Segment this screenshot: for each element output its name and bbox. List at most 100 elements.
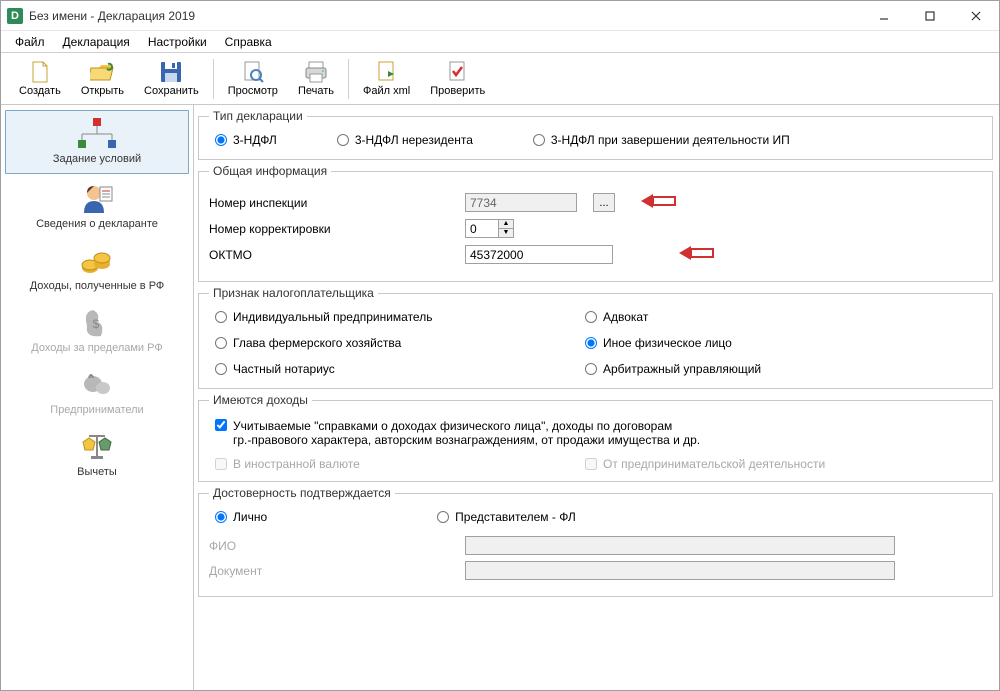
toolbar: Создать Открыть Сохранить Просмотр Печа (1, 53, 999, 105)
radio-lawyer-label: Адвокат (603, 310, 648, 324)
radio-repr-input[interactable] (437, 511, 449, 523)
radio-notary-input[interactable] (215, 363, 227, 375)
menubar: Файл Декларация Настройки Справка (1, 31, 999, 53)
check-foreign[interactable]: В иностранной валюте (215, 457, 585, 471)
radio-arbitr-label: Арбитражный управляющий (603, 362, 761, 376)
sidebar-item-income-abroad[interactable]: $ Доходы за пределами РФ (1, 300, 193, 362)
radio-lawyer[interactable]: Адвокат (585, 310, 982, 324)
spinner-up[interactable]: ▲ (499, 220, 513, 229)
preview-icon (241, 61, 265, 83)
minimize-button[interactable] (861, 1, 907, 30)
spinner-down[interactable]: ▼ (499, 229, 513, 237)
check-income-main-line1: Учитываемые "справками о доходах физичес… (233, 419, 700, 433)
svg-text:$: $ (93, 317, 100, 331)
input-correction[interactable] (465, 219, 499, 238)
radio-arbitr-input[interactable] (585, 363, 597, 375)
legend-income: Имеются доходы (209, 393, 312, 407)
sidebar-declarant-label: Сведения о декларанте (36, 218, 158, 230)
radio-farmer-label: Глава фермерского хозяйства (233, 336, 401, 350)
toolbar-save-label: Сохранить (144, 85, 199, 97)
sidebar: Задание условий Сведения о декларанте До… (1, 105, 194, 690)
open-folder-icon (90, 61, 114, 83)
radio-3ndfl-ip[interactable]: 3-НДФЛ при завершении деятельности ИП (533, 133, 790, 147)
radio-3ndfl-ip-label: 3-НДФЛ при завершении деятельности ИП (551, 133, 790, 147)
save-icon (159, 61, 183, 83)
label-doc: Документ (209, 564, 455, 578)
toolbar-save[interactable]: Сохранить (134, 59, 209, 99)
declarant-icon (80, 182, 114, 216)
radio-3ndfl-nr-input[interactable] (337, 134, 349, 146)
maximize-button[interactable] (907, 1, 953, 30)
toolbar-create[interactable]: Создать (9, 59, 71, 99)
fieldset-declaration-type: Тип декларации 3-НДФЛ 3-НДФЛ нерезидента… (198, 109, 993, 160)
radio-3ndfl-nonresident[interactable]: 3-НДФЛ нерезидента (337, 133, 473, 147)
main-panel: Тип декларации 3-НДФЛ 3-НДФЛ нерезидента… (194, 105, 999, 690)
sidebar-entrepreneurs-label: Предприниматели (50, 404, 143, 416)
toolbar-preview[interactable]: Просмотр (218, 59, 288, 99)
legend-general: Общая информация (209, 164, 331, 178)
sidebar-item-entrepreneurs[interactable]: Предприниматели (1, 362, 193, 424)
toolbar-filexml-label: Файл xml (363, 85, 410, 97)
sidebar-deductions-label: Вычеты (77, 466, 117, 478)
toolbar-check[interactable]: Проверить (420, 59, 495, 99)
radio-ip[interactable]: Индивидуальный предприниматель (215, 310, 585, 324)
toolbar-preview-label: Просмотр (228, 85, 278, 97)
toolbar-filexml[interactable]: Файл xml (353, 59, 420, 99)
radio-notary[interactable]: Частный нотариус (215, 362, 585, 376)
toolbar-print[interactable]: Печать (288, 59, 344, 99)
conditions-icon (74, 117, 120, 151)
toolbar-check-label: Проверить (430, 85, 485, 97)
label-oktmo: ОКТМО (209, 248, 455, 262)
legend-taxpayer: Признак налогоплательщика (209, 286, 378, 300)
fieldset-taxpayer: Признак налогоплательщика Индивидуальный… (198, 286, 993, 389)
input-doc (465, 561, 895, 580)
menu-settings[interactable]: Настройки (140, 33, 215, 51)
radio-arbitr[interactable]: Арбитражный управляющий (585, 362, 982, 376)
label-correction: Номер корректировки (209, 222, 455, 236)
check-income-main-line2: гр.-правового характера, авторским возна… (233, 433, 700, 447)
radio-3ndfl[interactable]: 3-НДФЛ (215, 133, 277, 147)
toolbar-create-label: Создать (19, 85, 61, 97)
radio-notary-label: Частный нотариус (233, 362, 335, 376)
radio-lawyer-input[interactable] (585, 311, 597, 323)
radio-person-input[interactable] (585, 337, 597, 349)
print-icon (304, 61, 328, 83)
check-income-main[interactable] (215, 419, 227, 431)
radio-ip-input[interactable] (215, 311, 227, 323)
radio-farmer[interactable]: Глава фермерского хозяйства (215, 336, 585, 350)
legend-trust: Достоверность подтверждается (209, 486, 395, 500)
menu-declaration[interactable]: Декларация (55, 33, 138, 51)
radio-3ndfl-input[interactable] (215, 134, 227, 146)
toolbar-print-label: Печать (298, 85, 334, 97)
fieldset-trust: Достоверность подтверждается Лично Предс… (198, 486, 993, 597)
entrepreneurs-icon (81, 368, 113, 402)
radio-farmer-input[interactable] (215, 337, 227, 349)
menu-file[interactable]: Файл (7, 33, 53, 51)
close-button[interactable] (953, 1, 999, 30)
label-fio: ФИО (209, 539, 455, 553)
radio-self-input[interactable] (215, 511, 227, 523)
button-browse-inspection[interactable]: ... (593, 193, 615, 212)
radio-person[interactable]: Иное физическое лицо (585, 336, 982, 350)
input-oktmo[interactable] (465, 245, 613, 264)
hint-arrow-icon (639, 192, 683, 213)
titlebar: D Без имени - Декларация 2019 (1, 1, 999, 31)
sidebar-item-deductions[interactable]: Вычеты (1, 424, 193, 486)
radio-self[interactable]: Лично (215, 510, 267, 524)
new-file-icon (28, 61, 52, 83)
toolbar-separator (213, 59, 214, 99)
radio-3ndfl-nr-label: 3-НДФЛ нерезидента (355, 133, 473, 147)
sidebar-item-income-rf[interactable]: Доходы, полученные в РФ (1, 238, 193, 300)
radio-ip-label: Индивидуальный предприниматель (233, 310, 432, 324)
toolbar-open[interactable]: Открыть (71, 59, 134, 99)
menu-help[interactable]: Справка (217, 33, 280, 51)
radio-repr[interactable]: Представителем - ФЛ (437, 510, 576, 524)
check-business[interactable]: От предпринимательской деятельности (585, 457, 982, 471)
radio-3ndfl-ip-input[interactable] (533, 134, 545, 146)
app-icon: D (7, 8, 23, 24)
check-business-label: От предпринимательской деятельности (603, 457, 825, 471)
sidebar-item-conditions[interactable]: Задание условий (5, 110, 189, 174)
check-icon (446, 61, 470, 83)
toolbar-open-label: Открыть (81, 85, 124, 97)
sidebar-item-declarant[interactable]: Сведения о декларанте (1, 176, 193, 238)
